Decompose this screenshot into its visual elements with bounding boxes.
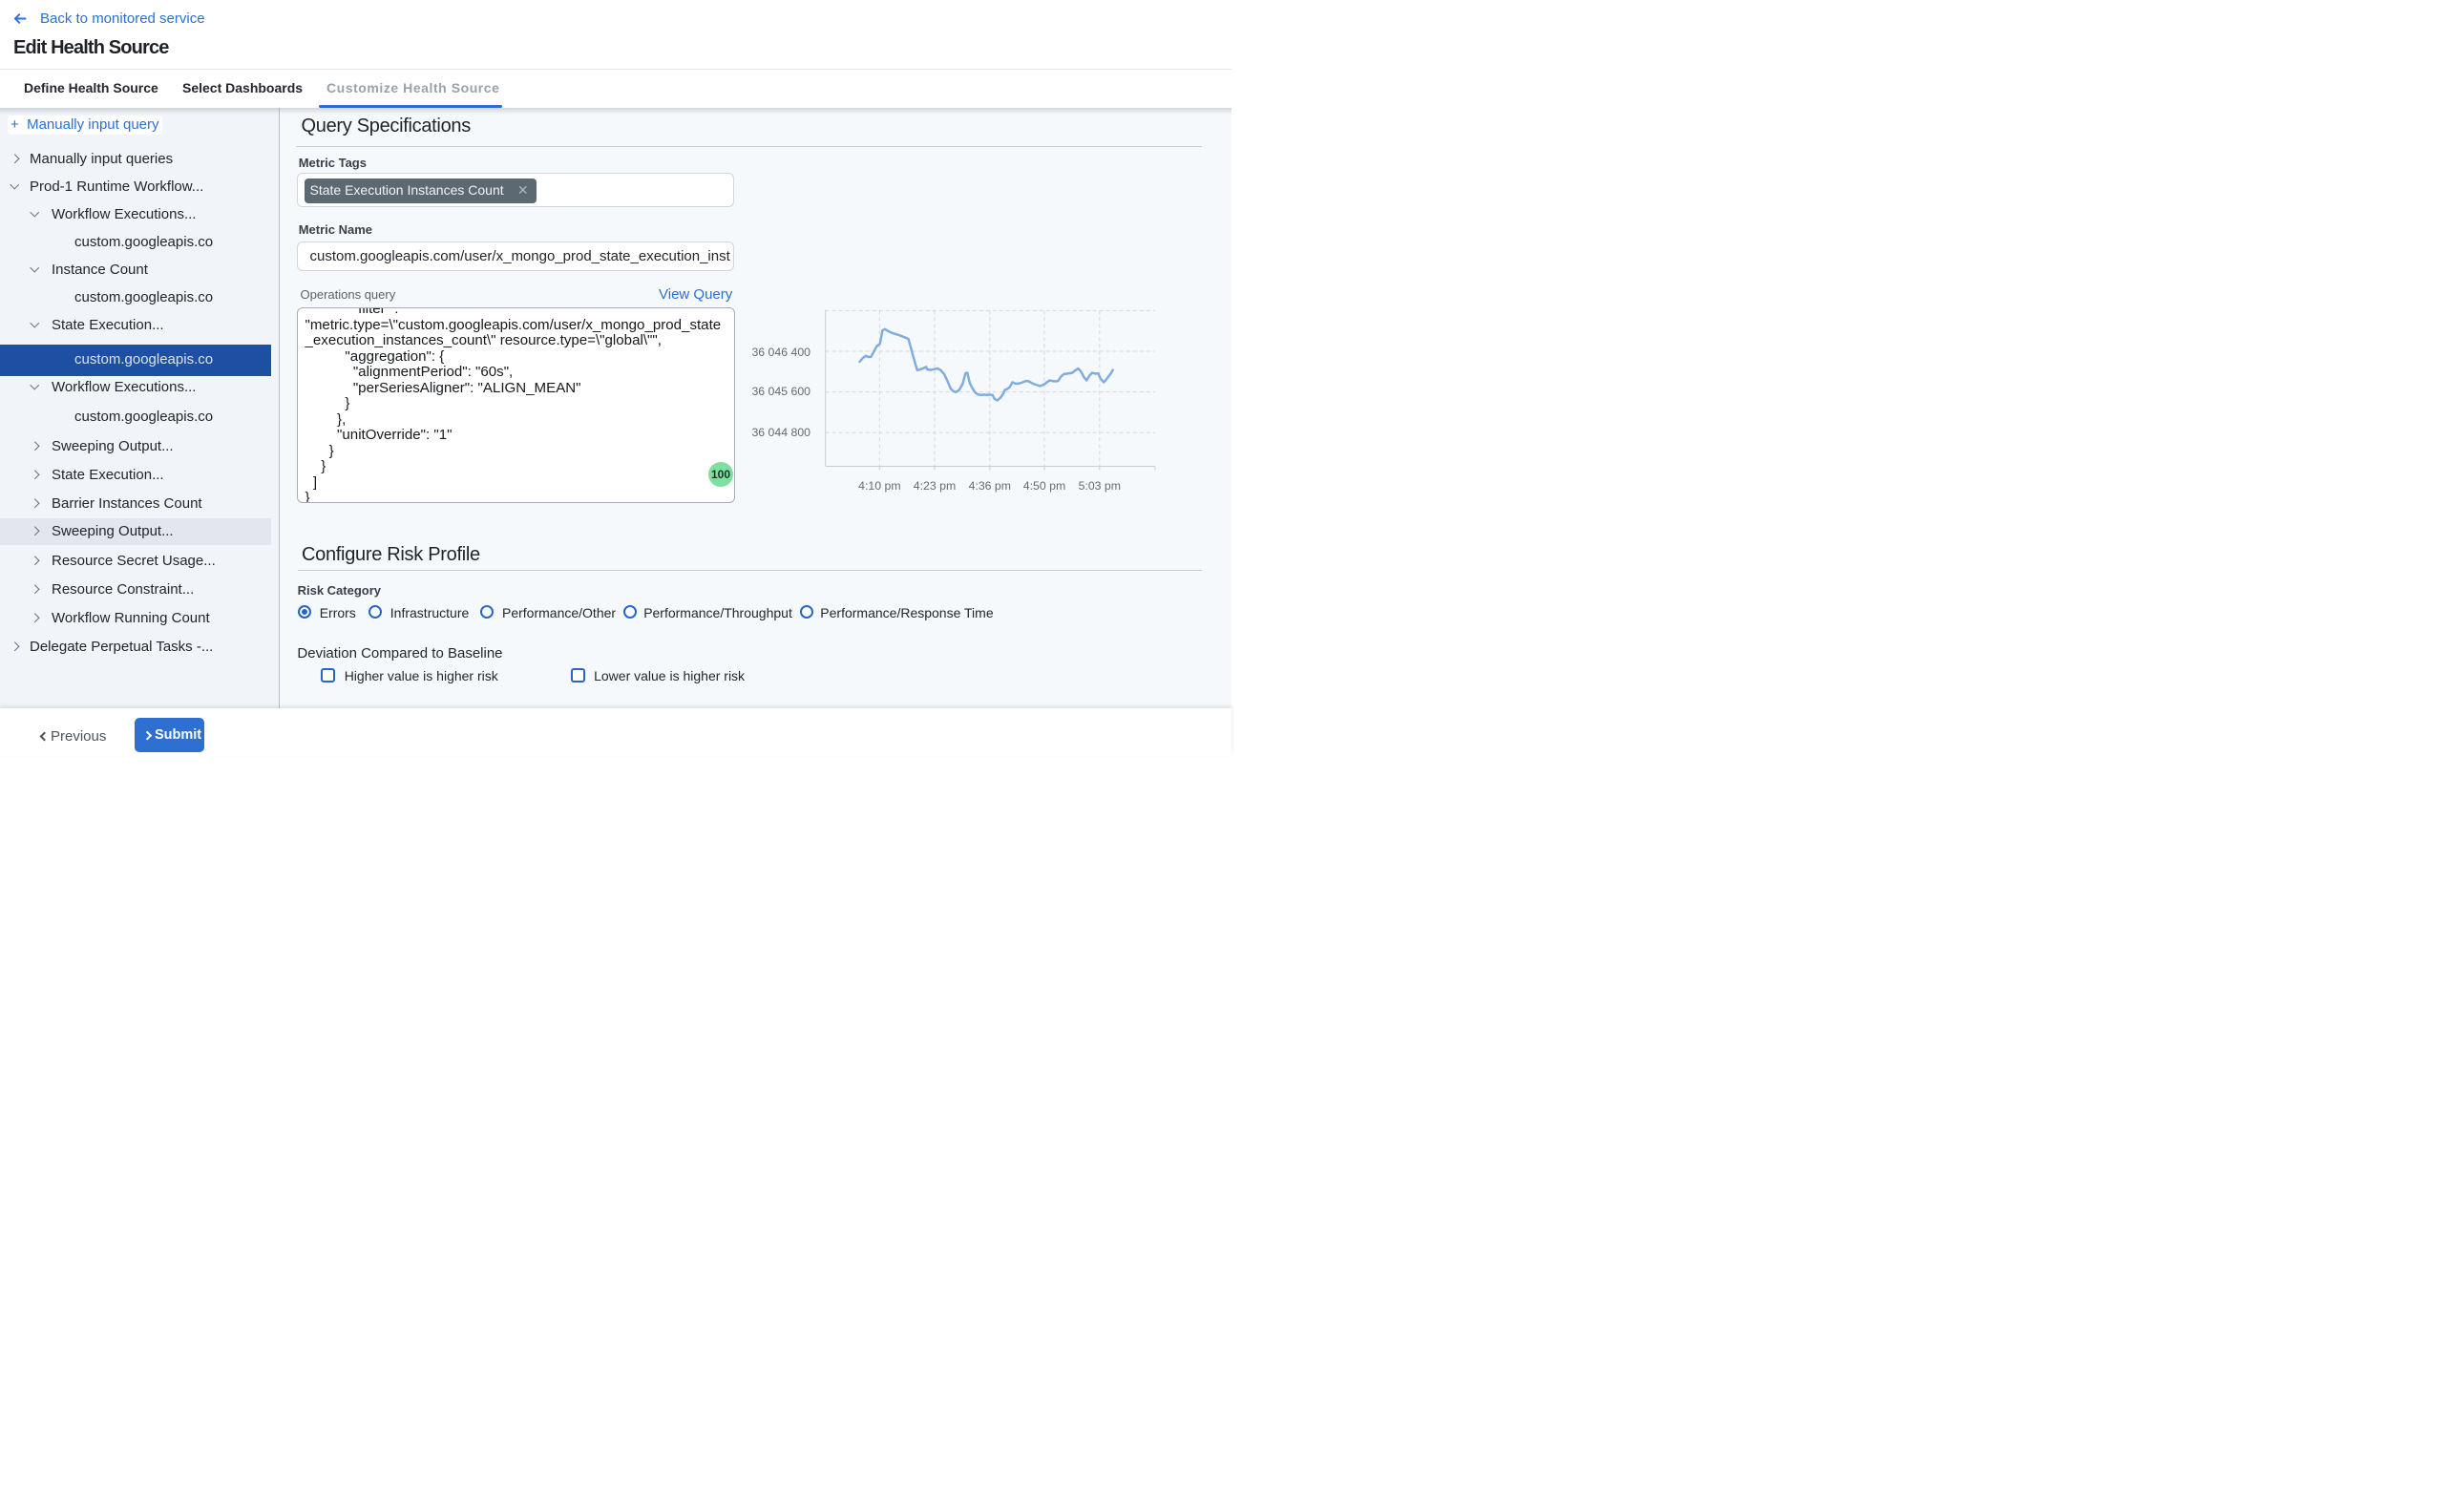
svg-text:5:03 pm: 5:03 pm [1079,479,1121,493]
svg-text:4:23 pm: 4:23 pm [914,479,956,493]
svg-text:4:36 pm: 4:36 pm [969,479,1011,493]
svg-text:4:50 pm: 4:50 pm [1023,479,1065,493]
svg-text:4:10 pm: 4:10 pm [858,479,900,493]
